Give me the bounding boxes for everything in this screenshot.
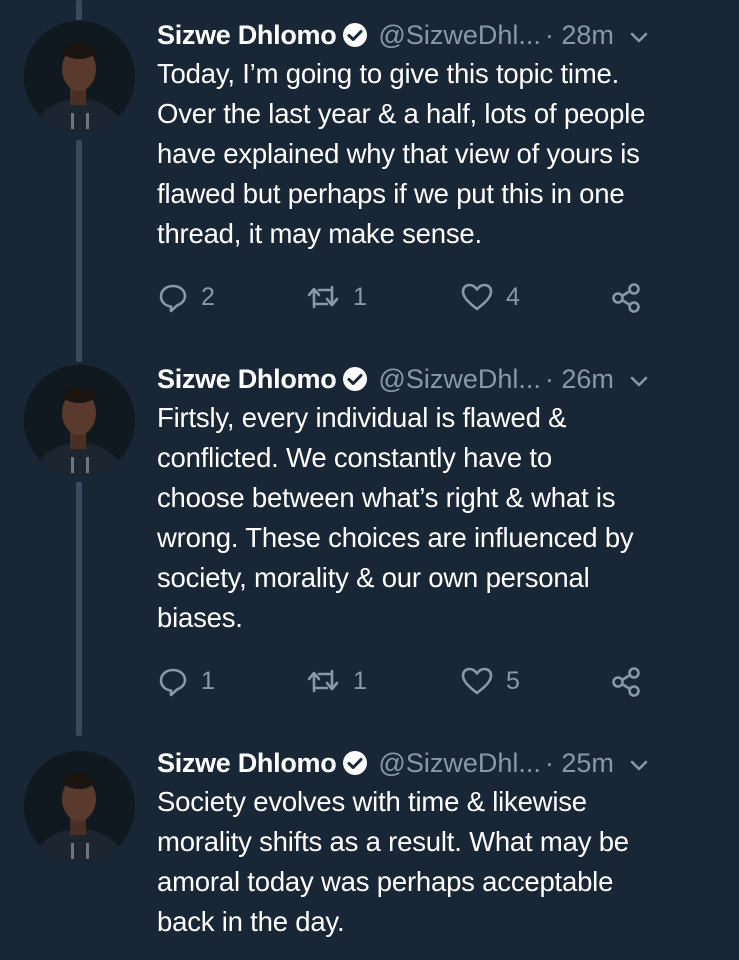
tweet-text-line: choose between what’s right & what is	[157, 482, 616, 513]
tweet-header: Sizwe Dhlomo @SizweDhl... · 28m	[157, 17, 717, 53]
tweet-thread: Sizwe Dhlomo @SizweDhl... · 28m Today, I…	[0, 0, 739, 960]
share-button[interactable]	[609, 665, 643, 697]
tweet-text-line: wrong. These choices are influenced by	[157, 522, 634, 553]
retweet-icon	[305, 281, 341, 313]
author-name[interactable]: Sizwe Dhlomo	[157, 364, 337, 395]
author-handle[interactable]: @SizweDhl...	[378, 20, 540, 51]
reply-button[interactable]: 1	[157, 665, 215, 697]
share-icon	[609, 665, 643, 697]
tweet-text-line: conflicted. We constantly have to	[157, 442, 552, 473]
tweet-text-line: Over the last year & a half, lots of peo…	[157, 98, 646, 129]
verified-badge-icon	[342, 366, 368, 392]
reply-icon	[157, 665, 189, 697]
tweet-time[interactable]: · 25m	[545, 748, 614, 779]
tweet-text: Today, I’m going to give this topic time…	[157, 54, 717, 254]
thread-line	[76, 482, 82, 736]
tweet-text-line: thread, it may make sense.	[157, 218, 482, 249]
author-handle[interactable]: @SizweDhl...	[378, 748, 540, 779]
author-name[interactable]: Sizwe Dhlomo	[157, 20, 337, 51]
chevron-down-icon[interactable]	[628, 24, 650, 46]
retweet-button[interactable]: 1	[305, 665, 367, 697]
retweet-count: 1	[353, 666, 367, 695]
retweet-count: 1	[353, 282, 367, 311]
share-button[interactable]	[609, 281, 643, 313]
chevron-down-icon[interactable]	[628, 752, 650, 774]
tweet-text-line: amoral today was perhaps acceptable	[157, 866, 614, 897]
thread-line	[76, 140, 82, 362]
thread-line	[76, 0, 82, 20]
tweet-text: Society evolves with time & likewise mor…	[157, 782, 717, 942]
tweet-text: Firtsly, every individual is flawed & co…	[157, 398, 717, 638]
reply-icon	[157, 281, 189, 313]
author-handle[interactable]: @SizweDhl...	[378, 364, 540, 395]
tweet-header: Sizwe Dhlomo @SizweDhl... · 26m	[157, 361, 717, 397]
chevron-down-icon[interactable]	[628, 368, 650, 390]
tweet-time[interactable]: · 26m	[545, 364, 614, 395]
avatar[interactable]	[24, 751, 135, 862]
share-icon	[609, 281, 643, 313]
like-button[interactable]: 5	[460, 665, 520, 697]
like-count: 5	[506, 666, 520, 695]
reply-button[interactable]: 2	[157, 281, 215, 313]
tweet-text-line: morality shifts as a result. What may be	[157, 826, 629, 857]
tweet-text-line: flawed but perhaps if we put this in one	[157, 178, 625, 209]
retweet-icon	[305, 665, 341, 697]
avatar[interactable]	[24, 365, 135, 476]
tweet-time[interactable]: · 28m	[545, 20, 614, 51]
tweet-text-line: have explained why that view of yours is	[157, 138, 640, 169]
reply-count: 2	[201, 282, 215, 311]
author-name[interactable]: Sizwe Dhlomo	[157, 748, 337, 779]
tweet-text-line: society, morality & our own personal	[157, 562, 590, 593]
tweet-text-line: biases.	[157, 602, 243, 633]
tweet-header: Sizwe Dhlomo @SizweDhl... · 25m	[157, 745, 717, 781]
tweet-text-line: Firtsly, every individual is flawed &	[157, 402, 567, 433]
tweet-text-line: back in the day.	[157, 906, 345, 937]
like-count: 4	[506, 282, 520, 311]
tweet-text-line: Today, I’m going to give this topic time…	[157, 58, 620, 89]
retweet-button[interactable]: 1	[305, 281, 367, 313]
avatar[interactable]	[24, 21, 135, 132]
like-icon	[460, 281, 494, 313]
reply-count: 1	[201, 666, 215, 695]
tweet-text-line: Society evolves with time & likewise	[157, 786, 587, 817]
verified-badge-icon	[342, 750, 368, 776]
like-icon	[460, 665, 494, 697]
like-button[interactable]: 4	[460, 281, 520, 313]
verified-badge-icon	[342, 22, 368, 48]
tweet-actions: 2 1 4	[157, 281, 717, 317]
tweet-actions: 1 1 5	[157, 665, 717, 701]
